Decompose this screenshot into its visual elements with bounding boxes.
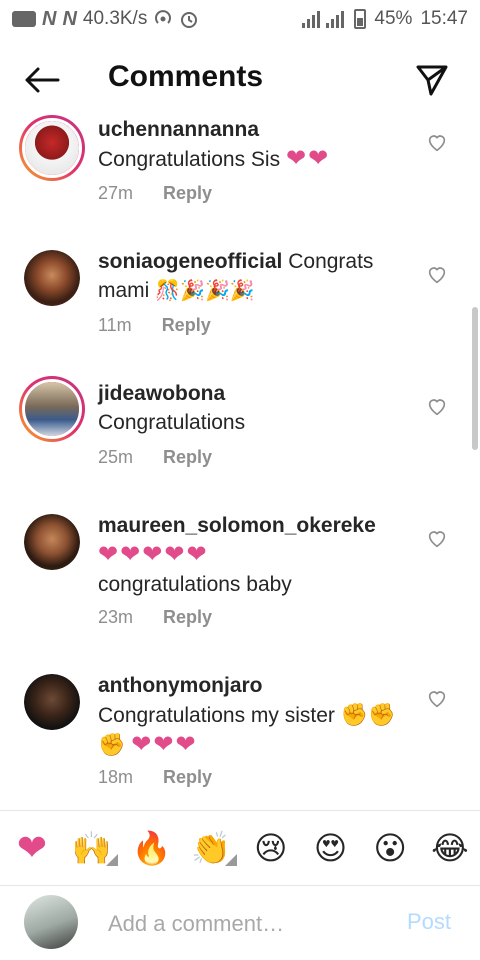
clap-emoji-button[interactable]: 👏 — [189, 826, 238, 870]
signal-icon — [300, 9, 346, 29]
avatar[interactable] — [24, 514, 80, 570]
comment-text: congratulations baby — [98, 573, 292, 596]
back-button[interactable] — [20, 62, 64, 98]
clock: 15:47 — [420, 8, 468, 29]
avatar[interactable] — [19, 376, 85, 442]
heart-eyes-emoji-button[interactable]: 😍 — [309, 826, 353, 870]
scrollbar[interactable] — [472, 307, 478, 450]
cry-emoji-button[interactable]: 😢 — [249, 826, 293, 870]
current-user-avatar — [24, 895, 78, 949]
heart-emoji-button[interactable]: ❤ — [10, 826, 54, 870]
comment-text: Congratulations Sis — [98, 148, 281, 171]
comment-username[interactable]: maureen_solomon_okereke — [98, 514, 376, 537]
post-button[interactable]: Post — [407, 909, 451, 935]
comment-username[interactable]: soniaogeneofficial — [98, 250, 282, 273]
hotspot-icon — [153, 9, 173, 29]
comment-time: 18m — [98, 767, 134, 787]
comment-emoji-hearts: ❤❤❤ — [131, 731, 198, 758]
heart-outline-icon[interactable] — [426, 687, 448, 709]
comment-emoji: ❤❤ — [285, 145, 331, 172]
paper-plane-icon — [416, 65, 448, 96]
comment-username[interactable]: uchennannanna — [98, 118, 259, 141]
comment-input[interactable] — [108, 909, 388, 939]
fire-emoji-button[interactable]: 🔥 — [129, 826, 173, 870]
reply-button[interactable]: Reply — [163, 447, 212, 468]
reply-button[interactable]: Reply — [163, 767, 212, 788]
comment-time: 27m — [98, 183, 134, 203]
wow-emoji-button[interactable]: 😮 — [368, 826, 412, 870]
comment-text: Congratulations — [98, 411, 246, 434]
comment-input-bar: Post — [0, 887, 480, 960]
comment-time: 25m — [98, 447, 134, 467]
page-title: Comments — [108, 60, 264, 93]
network-speed: 40.3K/s — [82, 8, 148, 29]
heart-outline-icon[interactable] — [426, 131, 448, 153]
heart-outline-icon[interactable] — [426, 263, 448, 285]
avatar[interactable] — [19, 115, 85, 181]
heart-outline-icon[interactable] — [426, 395, 448, 417]
battery-icon — [354, 9, 367, 29]
message-icon — [12, 11, 36, 27]
comment-username[interactable]: anthonymonjaro — [98, 674, 263, 697]
comment-emoji: 🎊🎉🎉🎉 — [155, 280, 255, 302]
reply-button[interactable]: Reply — [163, 607, 212, 628]
laugh-emoji-button[interactable]: 😂 — [428, 826, 472, 870]
header: Comments — [0, 40, 480, 120]
comments-list[interactable]: uchennannanna Congratulations Sis ❤❤ 27m… — [0, 115, 480, 808]
network-n-icon-2: N — [62, 7, 77, 30]
reply-button[interactable]: Reply — [162, 315, 211, 336]
reply-button[interactable]: Reply — [163, 183, 212, 204]
alarm-icon — [179, 9, 199, 29]
battery-level: 45% — [374, 8, 413, 29]
network-n-icon: N — [42, 7, 57, 30]
heart-outline-icon[interactable] — [426, 527, 448, 549]
comment-text: Congratulations my sister — [98, 704, 335, 727]
comment-time: 11m — [98, 315, 132, 335]
emoji-quick-bar: ❤ 🙌 🔥 👏 😢 😍 😮 😂 — [0, 810, 480, 886]
comment-emoji: ❤❤❤❤❤ — [98, 541, 209, 568]
comment-username[interactable]: jideawobona — [98, 382, 225, 405]
status-bar: N N 40.3K/s 45% 15:47 — [0, 0, 480, 38]
avatar[interactable] — [24, 250, 80, 306]
arrow-left-icon — [25, 67, 60, 93]
avatar[interactable] — [24, 674, 80, 730]
share-button[interactable] — [410, 58, 454, 102]
raised-hands-emoji-button[interactable]: 🙌 — [70, 826, 118, 870]
comment-time: 23m — [98, 607, 134, 627]
